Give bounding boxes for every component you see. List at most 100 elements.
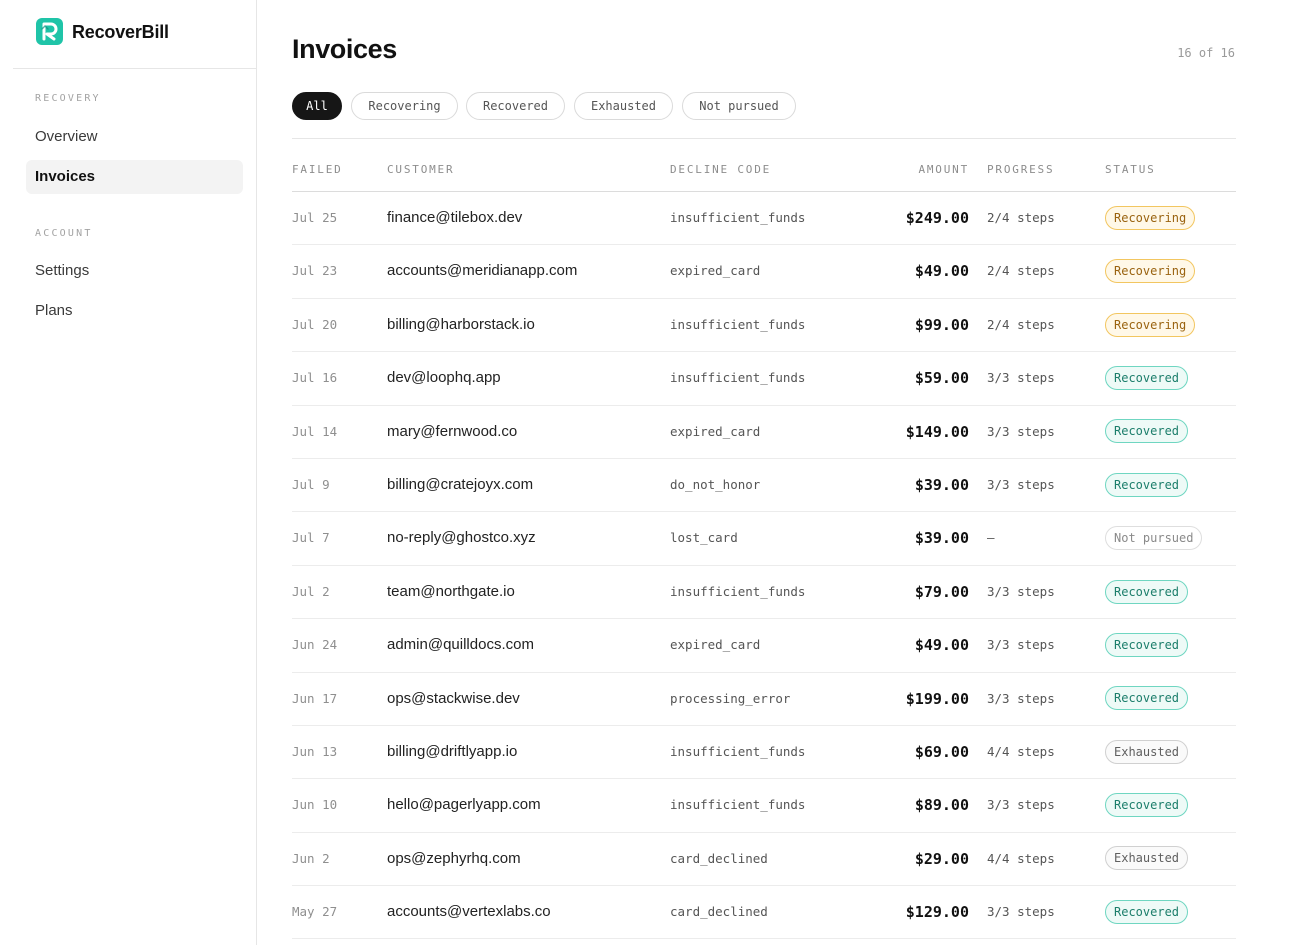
status-badge: Not pursued <box>1105 526 1203 551</box>
column-header-decline-code[interactable]: DECLINE CODE <box>670 163 771 176</box>
status-cell: Recovered <box>1105 673 1189 725</box>
amount: $59.00 <box>914 369 969 388</box>
progress: 2/4 steps <box>987 263 1055 279</box>
table-row[interactable]: Jul 23 accounts@meridianapp.com expired_ca… <box>292 245 1236 299</box>
customer-email[interactable]: hello@pagerlyapp.com <box>387 779 541 831</box>
table-row[interactable]: Jul 9 billing@cratejoyx.com do_not_honor $3… <box>292 459 1236 513</box>
page-title: Invoices <box>292 34 397 64</box>
decline-code: insufficient_funds <box>670 743 806 759</box>
column-header-customer[interactable]: CUSTOMER <box>387 163 454 176</box>
sidebar-item-settings[interactable]: Settings <box>26 254 243 288</box>
decline-code: card_declined <box>670 850 768 866</box>
column-header-amount[interactable]: AMOUNT <box>852 163 969 176</box>
customer-email[interactable]: billing@driftlyapp.io <box>387 726 517 778</box>
decline-code: insufficient_funds <box>670 370 806 386</box>
table-row[interactable]: Jun 24 admin@quilldocs.com expired_card $49… <box>292 619 1236 673</box>
customer-email[interactable]: accounts@meridianapp.com <box>387 245 577 297</box>
filter-recovered[interactable]: Recovered <box>466 92 565 120</box>
filter-all[interactable]: All <box>292 92 342 120</box>
progress: 3/3 steps <box>987 423 1055 439</box>
customer-email[interactable]: team@northgate.io <box>387 566 515 618</box>
table-row[interactable]: Jul 20 billing@harborstack.io insufficient… <box>292 299 1236 353</box>
status-cell: Recovering <box>1105 245 1196 297</box>
table-row[interactable]: Jul 16 dev@loophq.app insufficient_funds $5… <box>292 352 1236 406</box>
sidebar-item-invoices[interactable]: Invoices <box>26 160 243 194</box>
status-cell: Exhausted <box>1105 833 1189 885</box>
recoverbill-logo-icon <box>36 18 63 45</box>
customer-email[interactable]: mary@fernwood.co <box>387 406 517 458</box>
status-cell: Recovered <box>1105 779 1189 831</box>
status-badge: Recovering <box>1105 259 1196 284</box>
status-cell: Recovered <box>1105 619 1189 671</box>
failed-date: Jun 2 <box>292 850 330 866</box>
decline-code: processing_error <box>670 690 791 706</box>
status-badge: Exhausted <box>1105 846 1189 871</box>
progress: — <box>987 530 995 546</box>
failed-date: May 27 <box>292 904 338 920</box>
progress: 2/4 steps <box>987 210 1055 225</box>
filter-recovering[interactable]: Recovering <box>351 92 458 120</box>
column-header-progress[interactable]: PROGRESS <box>987 163 1054 176</box>
status-badge: Recovered <box>1105 365 1189 390</box>
customer-email[interactable]: accounts@vertexlabs.co <box>387 886 551 938</box>
table-row[interactable]: Jul 2 team@northgate.io insufficient_funds… <box>292 566 1236 620</box>
column-header-status[interactable]: STATUS <box>1105 163 1156 176</box>
table-row[interactable]: Jul 25 finance@tilebox.dev insufficient_fu… <box>292 192 1236 246</box>
customer-email[interactable]: ops@stackwise.dev <box>387 673 520 725</box>
decline-code: insufficient_funds <box>670 797 806 813</box>
progress: 4/4 steps <box>987 743 1055 759</box>
column-header-failed[interactable]: FAILED <box>292 163 343 176</box>
decline-code: do_not_honor <box>670 476 761 492</box>
failed-date: Jul 16 <box>292 370 338 386</box>
filter-not-pursued[interactable]: Not pursued <box>682 92 796 120</box>
nav-section-recovery: RECOVERY <box>35 93 101 104</box>
table-row[interactable]: Jun 13 billing@driftlyapp.io insufficient_… <box>292 726 1236 780</box>
failed-date: Jul 25 <box>292 210 338 225</box>
failed-date: Jul 9 <box>292 476 330 492</box>
table-row[interactable]: Jun 2 ops@zephyrhq.com card_declined $29.00… <box>292 833 1236 887</box>
table-row[interactable]: Jun 17 ops@stackwise.dev processing_error $… <box>292 673 1236 726</box>
amount: $39.00 <box>914 475 969 494</box>
sidebar-item-plans[interactable]: Plans <box>26 294 243 328</box>
filter-exhausted[interactable]: Exhausted <box>574 92 673 120</box>
customer-email[interactable]: billing@harborstack.io <box>387 299 535 351</box>
table-row[interactable]: May 27 accounts@vertexlabs.co card_decline… <box>292 886 1236 940</box>
customer-email[interactable]: finance@tilebox.dev <box>387 192 522 244</box>
decline-code: expired_card <box>670 423 761 439</box>
amount: $199.00 <box>905 689 969 708</box>
status-cell: Exhausted <box>1105 726 1189 778</box>
customer-email[interactable]: no-reply@ghostco.xyz <box>387 512 536 564</box>
decline-code: insufficient_funds <box>670 316 806 332</box>
failed-date: Jul 20 <box>292 316 338 332</box>
decline-code: expired_card <box>670 263 761 279</box>
status-cell: Recovered <box>1105 886 1189 938</box>
status-badge: Recovered <box>1105 472 1189 497</box>
brand[interactable]: RecoverBill <box>13 0 256 69</box>
progress: 4/4 steps <box>987 850 1055 866</box>
table-row[interactable]: Jul 7 no-reply@ghostco.xyz lost_card $39.00… <box>292 512 1236 566</box>
sidebar: RecoverBill RECOVERY Overview Invoices A… <box>0 0 257 945</box>
customer-email[interactable]: billing@cratejoyx.com <box>387 459 533 511</box>
status-badge: Recovered <box>1105 632 1189 657</box>
progress: 3/3 steps <box>987 476 1055 492</box>
progress: 2/4 steps <box>987 316 1055 332</box>
sidebar-item-overview[interactable]: Overview <box>26 120 243 154</box>
main-content: Invoices 16 of 16 All Recovering Recover… <box>292 0 1236 945</box>
customer-email[interactable]: ops@zephyrhq.com <box>387 833 521 885</box>
decline-code: insufficient_funds <box>670 210 806 225</box>
status-cell: Recovering <box>1105 299 1196 351</box>
amount: $39.00 <box>914 529 969 548</box>
invoice-table-body: Jul 25 finance@tilebox.dev insufficient_fu… <box>292 192 1236 940</box>
progress: 3/3 steps <box>987 797 1055 813</box>
amount: $29.00 <box>914 849 969 868</box>
table-header: FAILED CUSTOMER DECLINE CODE AMOUNT PROG… <box>292 139 1236 192</box>
table-row[interactable]: Jun 10 hello@pagerlyapp.com insufficient_f… <box>292 779 1236 833</box>
customer-email[interactable]: admin@quilldocs.com <box>387 619 534 671</box>
progress: 3/3 steps <box>987 370 1055 386</box>
table-row[interactable]: Jul 14 mary@fernwood.co expired_card $149.0… <box>292 406 1236 459</box>
status-badge: Recovered <box>1105 579 1189 604</box>
amount: $149.00 <box>905 422 969 441</box>
status-badge: Recovering <box>1105 205 1196 230</box>
amount: $249.00 <box>905 209 969 227</box>
customer-email[interactable]: dev@loophq.app <box>387 352 501 404</box>
